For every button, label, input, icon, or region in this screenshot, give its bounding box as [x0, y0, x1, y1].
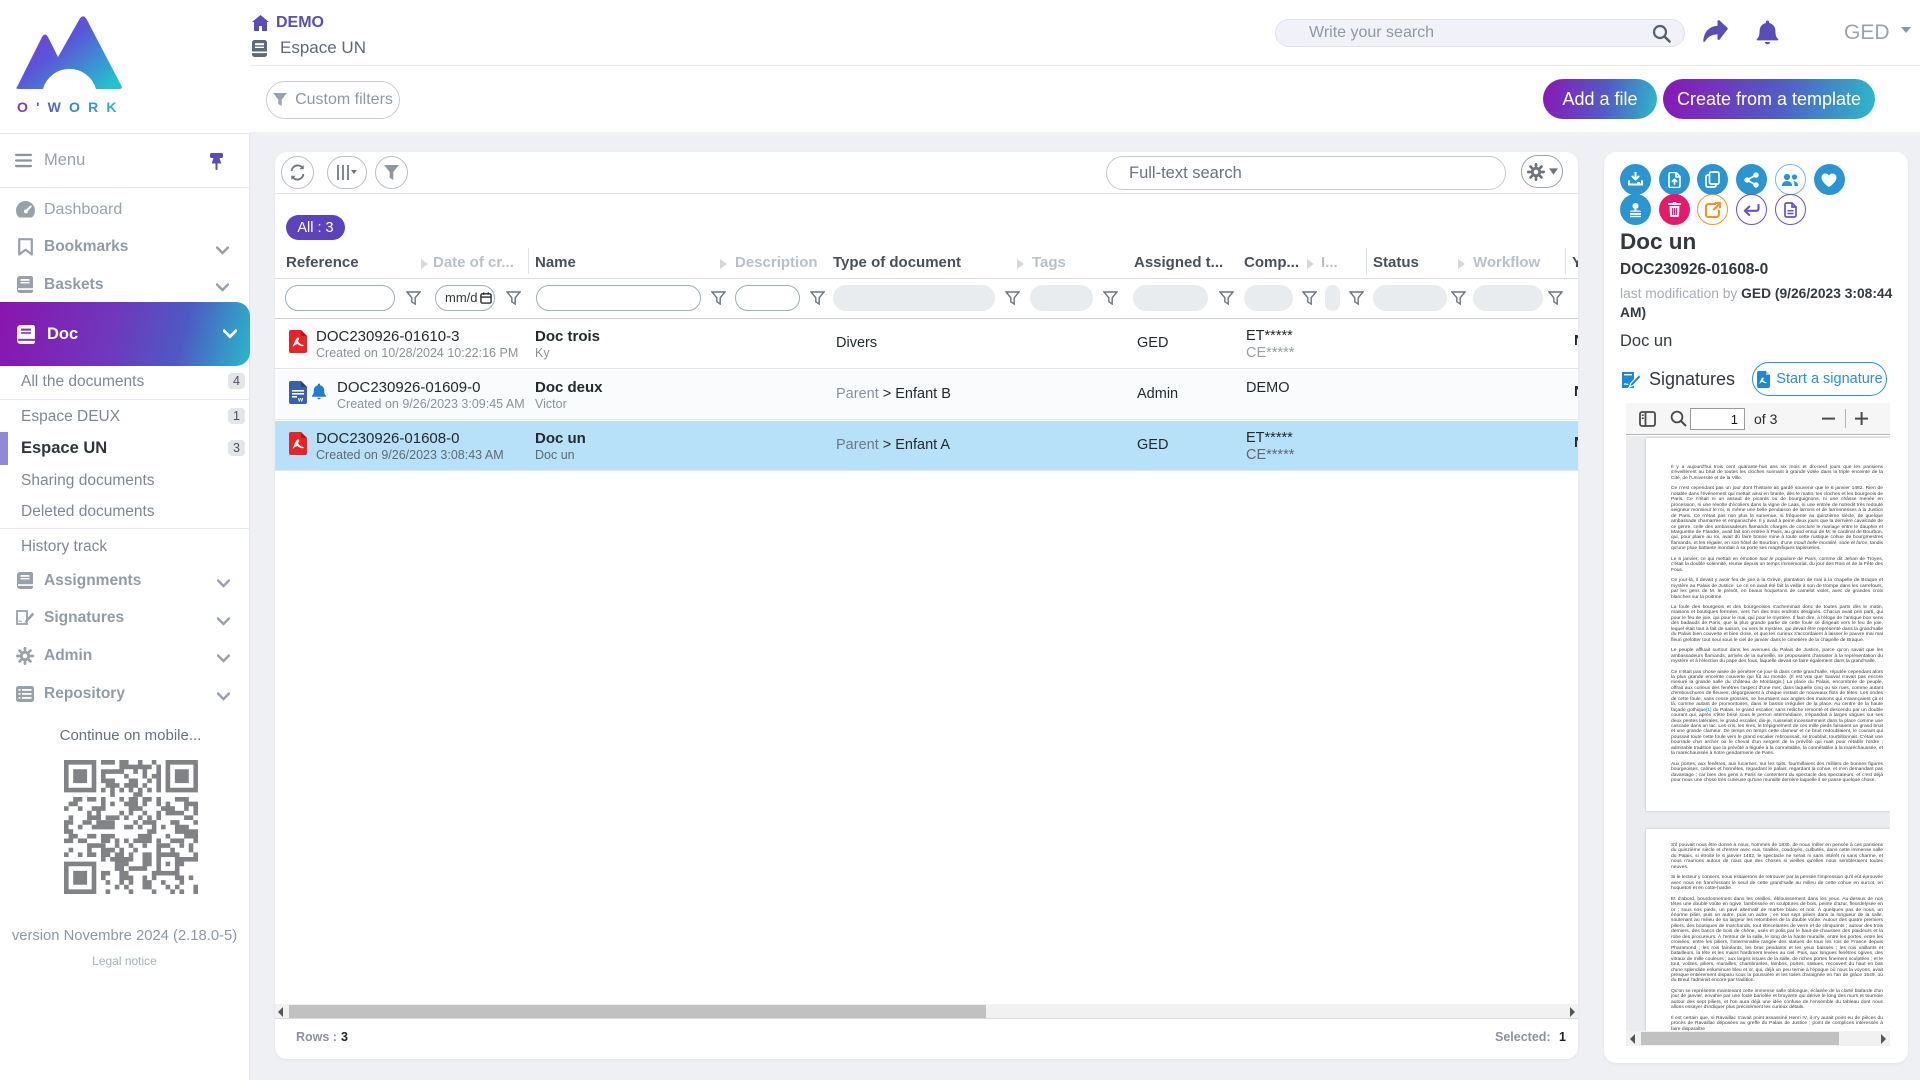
svg-text:w: w	[297, 397, 304, 404]
svg-text:O'WORK: O'WORK	[17, 99, 125, 115]
